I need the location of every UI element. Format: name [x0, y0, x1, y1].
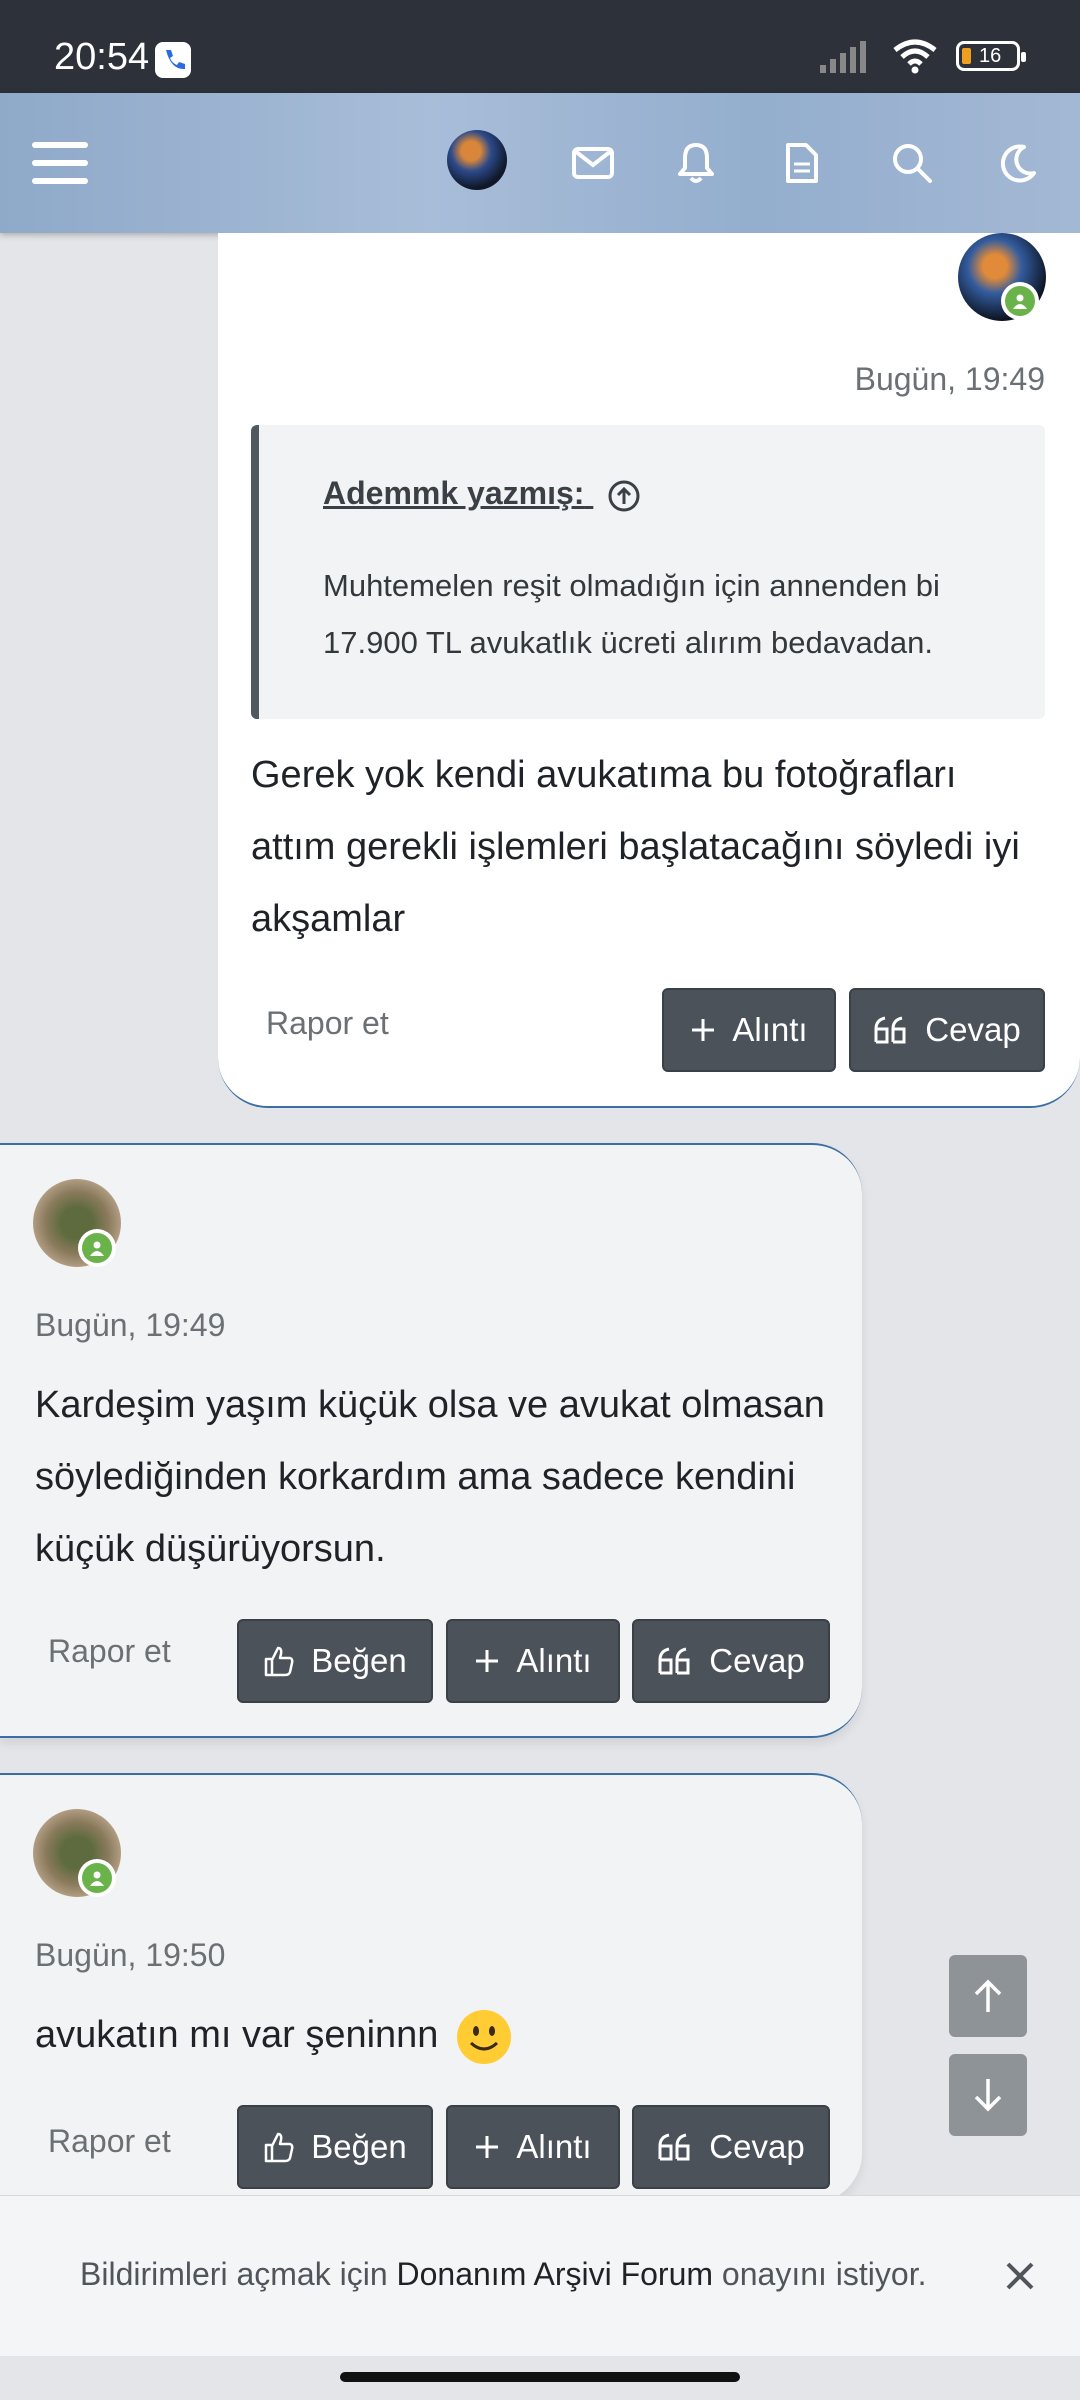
- arrow-up-icon: [974, 1979, 1002, 2012]
- bell-icon[interactable]: [656, 123, 736, 203]
- status-bar: 20:54 16: [0, 0, 1080, 93]
- post: Bugün, 19:49 Ademmk yazmış: Muhtemelen r…: [218, 233, 1080, 1108]
- scroll-top-button[interactable]: [949, 1955, 1027, 2037]
- post-timestamp[interactable]: Bugün, 19:50: [35, 1937, 225, 1974]
- post-message: Kardeşim yaşım küçük olsa ve avukat olma…: [35, 1384, 825, 1570]
- arrow-down-icon: [974, 2079, 1002, 2112]
- wifi-icon: [893, 39, 937, 74]
- report-link[interactable]: Rapor et: [48, 1633, 171, 1670]
- online-badge: [78, 1229, 116, 1267]
- post-timestamp[interactable]: Bugün, 19:49: [35, 1307, 225, 1344]
- status-time: 20:54: [54, 36, 150, 78]
- call-icon: [155, 42, 191, 78]
- moon-icon[interactable]: [978, 123, 1058, 203]
- plus-icon: [476, 2136, 499, 2158]
- quote-icon: [874, 1016, 906, 1044]
- document-icon[interactable]: [762, 123, 842, 203]
- menu-icon[interactable]: [20, 123, 100, 203]
- reply-button[interactable]: Cevap: [632, 2105, 830, 2189]
- report-link[interactable]: Rapor et: [266, 1005, 389, 1042]
- signal-icon: [820, 41, 866, 73]
- close-icon[interactable]: [1000, 2256, 1044, 2300]
- notification-site-name: Donanım Arşivi Forum: [396, 2256, 714, 2292]
- post-timestamp[interactable]: Bugün, 19:49: [855, 361, 1045, 398]
- arrow-up-circle-icon[interactable]: [607, 479, 641, 513]
- reply-button[interactable]: Cevap: [849, 988, 1045, 1072]
- scroll-bottom-button[interactable]: [949, 2054, 1027, 2136]
- plus-icon: [476, 1650, 499, 1672]
- reply-button[interactable]: Cevap: [632, 1619, 830, 1703]
- quote-button[interactable]: Alıntı: [446, 1619, 620, 1703]
- quote-text: Muhtemelen reşit olmadığın için annenden…: [323, 568, 940, 660]
- post: Bugün, 19:50 avukatın mı var şeninnn Rap…: [0, 1773, 862, 2203]
- quote-author[interactable]: Ademmk yazmış:: [323, 475, 641, 513]
- thumbs-up-icon: [265, 2132, 294, 2163]
- like-button[interactable]: Beğen: [237, 2105, 433, 2189]
- plus-icon: [692, 1019, 715, 1041]
- quote-block: Ademmk yazmış: Muhtemelen reşit olmadığı…: [251, 425, 1045, 719]
- smile-emoji-icon: [457, 2009, 511, 2064]
- quote-button[interactable]: Alıntı: [446, 2105, 620, 2189]
- post-message: Gerek yok kendi avukatıma bu fotoğraflar…: [251, 754, 1020, 940]
- quote-icon: [658, 1647, 690, 1675]
- thumbs-up-icon: [265, 1646, 294, 1677]
- report-link[interactable]: Rapor et: [48, 2123, 171, 2160]
- status-icons: 16: [820, 38, 1026, 74]
- top-nav: [0, 93, 1080, 233]
- online-badge: [1001, 282, 1039, 320]
- quote-button[interactable]: Alıntı: [662, 988, 836, 1072]
- like-button[interactable]: Beğen: [237, 1619, 433, 1703]
- avatar[interactable]: [447, 130, 507, 190]
- home-indicator[interactable]: [340, 2372, 740, 2382]
- search-icon[interactable]: [872, 123, 952, 203]
- mail-icon[interactable]: [553, 123, 633, 203]
- quote-icon: [658, 2133, 690, 2161]
- notification-text: Bildirimleri açmak için Donanım Arşivi F…: [80, 2256, 927, 2292]
- post-message: avukatın mı var şeninnn: [35, 1999, 825, 2071]
- online-badge: [78, 1859, 116, 1897]
- notification-prompt: Bildirimleri açmak için Donanım Arşivi F…: [0, 2195, 1080, 2356]
- post: Bugün, 19:49 Kardeşim yaşım küçük olsa v…: [0, 1143, 862, 1738]
- battery-icon: 16: [956, 41, 1026, 71]
